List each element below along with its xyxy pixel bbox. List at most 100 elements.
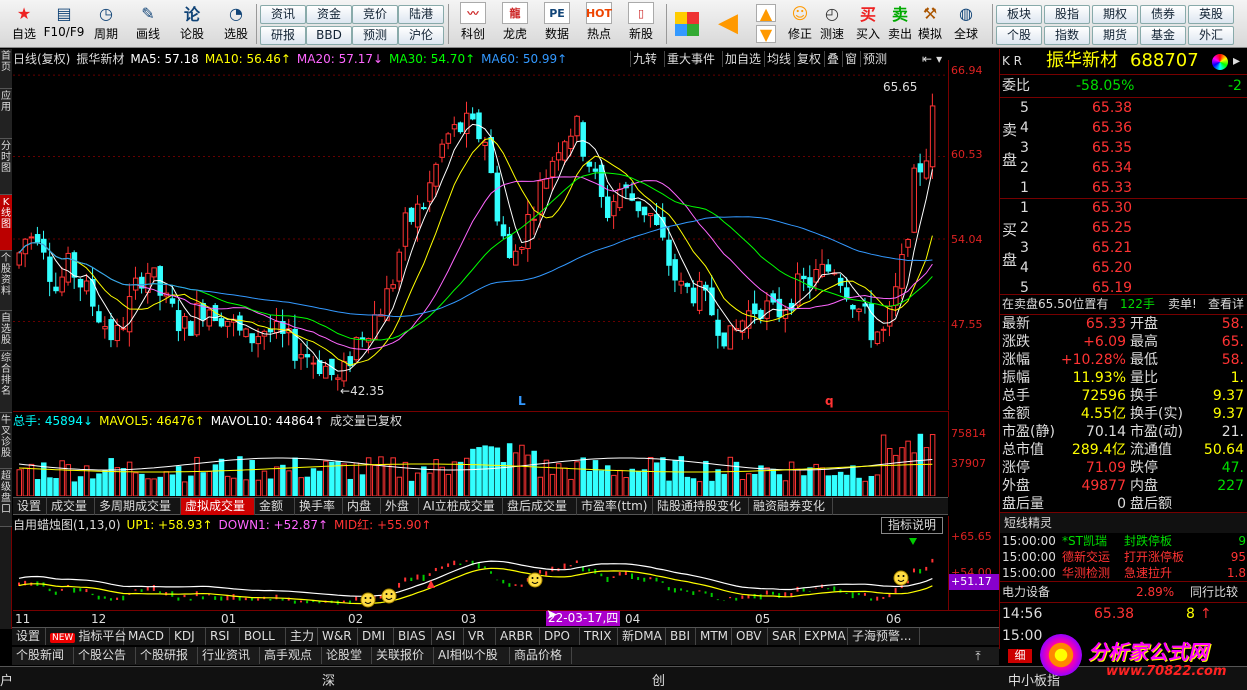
left-tab[interactable]: 首页: [0, 49, 12, 89]
left-tab[interactable]: 牛叉诊股: [0, 413, 12, 469]
indicator-tab[interactable]: ASI: [432, 628, 464, 645]
candle-body[interactable]: [316, 360, 323, 375]
candle-body[interactable]: [47, 256, 53, 282]
toolbar-small-button[interactable]: 个股: [996, 26, 1042, 45]
chart-tool-button[interactable]: 重大事件: [664, 51, 722, 67]
toolbar-button[interactable]: ▯ 新股: [620, 2, 662, 46]
candle-body[interactable]: [684, 283, 691, 287]
candle-body[interactable]: [850, 305, 856, 310]
buy-level-row[interactable]: 4 65.20: [1000, 258, 1247, 278]
candle-body[interactable]: [874, 331, 881, 345]
news-title-row[interactable]: 短线精灵: [1000, 513, 1247, 533]
toolbar-button[interactable]: ☺ 修正: [784, 2, 816, 46]
candle-body[interactable]: [586, 161, 593, 167]
big-order-row[interactable]: 在卖盘65.50位置有 122手 卖单! 查看详: [1000, 294, 1247, 314]
indicator-tab[interactable]: MACD: [124, 628, 170, 645]
toolbar-button[interactable]: ◔ 选股: [216, 2, 256, 46]
indicator-tab[interactable]: SAR: [768, 628, 800, 645]
indicator-tab[interactable]: RSI: [206, 628, 240, 645]
volume-tab[interactable]: AI立桩成交量: [419, 498, 503, 515]
candle-body[interactable]: [641, 206, 648, 216]
indicator-tab[interactable]: 新DMA: [618, 628, 666, 645]
volume-tab[interactable]: 陆股通持股变化: [653, 498, 749, 515]
candle-body[interactable]: [126, 296, 133, 333]
volume-tab[interactable]: 设置: [13, 498, 47, 515]
indicator-tab[interactable]: DPO: [540, 628, 580, 645]
candle-body[interactable]: [513, 250, 519, 266]
info-tab[interactable]: AI相似个股: [434, 647, 510, 664]
chart-tool-button[interactable]: 窗: [842, 51, 860, 67]
sell-level-row[interactable]: 5 65.38: [1000, 98, 1247, 118]
chart-tool-button[interactable]: 叠: [824, 51, 842, 67]
candle-body[interactable]: [175, 310, 182, 332]
candle-body[interactable]: [929, 105, 936, 168]
order-detail-link[interactable]: 查看详: [1208, 294, 1244, 314]
toolbar-button[interactable]: 论论股: [172, 2, 212, 46]
chart-tool-button[interactable]: 均线: [764, 51, 794, 67]
candle-body[interactable]: [568, 135, 574, 150]
candle-body[interactable]: [580, 122, 586, 157]
candle-body[interactable]: [132, 277, 139, 291]
indicator-tab[interactable]: BBI: [666, 628, 696, 645]
sector-name[interactable]: 电力设备: [1002, 582, 1050, 602]
up-arrow-icon[interactable]: ▲: [756, 4, 776, 23]
layout-grid-icon[interactable]: [675, 12, 699, 36]
candle-body[interactable]: [574, 115, 580, 137]
indicator-tab[interactable]: EXPMA: [800, 628, 848, 645]
chart-tool-button[interactable]: 复权: [794, 51, 824, 67]
candle-body[interactable]: [923, 160, 930, 179]
candle-body[interactable]: [65, 252, 72, 283]
candle-body[interactable]: [825, 264, 832, 272]
candle-body[interactable]: [335, 377, 341, 380]
kline-chart[interactable]: [13, 68, 948, 411]
candle-body[interactable]: [721, 332, 727, 347]
candle-body[interactable]: [28, 236, 35, 239]
volume-tab[interactable]: 成交量: [47, 498, 95, 515]
buy-level-row[interactable]: 3 65.21: [1000, 238, 1247, 258]
candle-body[interactable]: [635, 201, 642, 212]
toolbar-small-button[interactable]: BBD: [306, 26, 352, 45]
candle-body[interactable]: [96, 311, 102, 323]
candle-body[interactable]: [666, 239, 672, 266]
candle-body[interactable]: [531, 218, 537, 221]
candle-body[interactable]: [647, 213, 654, 217]
candle-body[interactable]: [255, 336, 262, 345]
indicator-tab[interactable]: BOLL: [240, 628, 286, 645]
arrow-left-icon[interactable]: ⇤: [922, 52, 932, 66]
candle-body[interactable]: [323, 365, 329, 379]
volume-tab[interactable]: 换手率: [295, 498, 343, 515]
candle-body[interactable]: [525, 214, 531, 250]
candle-body[interactable]: [414, 203, 421, 228]
news-item[interactable]: 15:00:00 *ST凯瑞 封跌停板 9: [1000, 533, 1247, 549]
period-label[interactable]: 日线(复权): [13, 52, 70, 66]
candle-body[interactable]: [224, 320, 231, 327]
candle-body[interactable]: [34, 234, 41, 243]
left-tab[interactable]: K线图: [0, 195, 12, 251]
toolbar-small-button[interactable]: 指数: [1044, 26, 1090, 45]
candle-body[interactable]: [433, 163, 439, 187]
candle-body[interactable]: [439, 143, 445, 158]
toolbar-button[interactable]: HOT 热点: [578, 2, 620, 46]
toolbar-small-button[interactable]: 基金: [1140, 26, 1186, 45]
candle-body[interactable]: [402, 212, 409, 247]
indicator-explain-button[interactable]: 指标说明: [881, 517, 943, 534]
sell-level-row[interactable]: 2 65.34: [1000, 158, 1247, 178]
left-tab[interactable]: 综合排名: [0, 351, 12, 413]
candle-body[interactable]: [715, 319, 721, 336]
candle-body[interactable]: [169, 298, 176, 304]
candle-body[interactable]: [917, 163, 924, 173]
indicator-tab[interactable]: ARBR: [496, 628, 540, 645]
volume-tab[interactable]: 外盘: [381, 498, 419, 515]
toolbar-small-button[interactable]: 外汇: [1188, 26, 1234, 45]
toolbar-button[interactable]: ◴ 测速: [816, 2, 848, 46]
candle-body[interactable]: [672, 259, 678, 281]
toolbar-small-button[interactable]: 期权: [1092, 5, 1138, 24]
indicator-tab[interactable]: OBV: [732, 628, 768, 645]
candle-body[interactable]: [396, 251, 403, 282]
left-tab[interactable]: 应用: [0, 89, 12, 139]
down-arrow-icon[interactable]: ▼: [756, 25, 776, 44]
toolbar-small-button[interactable]: 竞价: [352, 5, 398, 24]
candle-body[interactable]: [298, 354, 304, 359]
info-tab[interactable]: 商品价格: [510, 647, 572, 664]
toolbar-small-button[interactable]: 英股: [1188, 5, 1234, 24]
